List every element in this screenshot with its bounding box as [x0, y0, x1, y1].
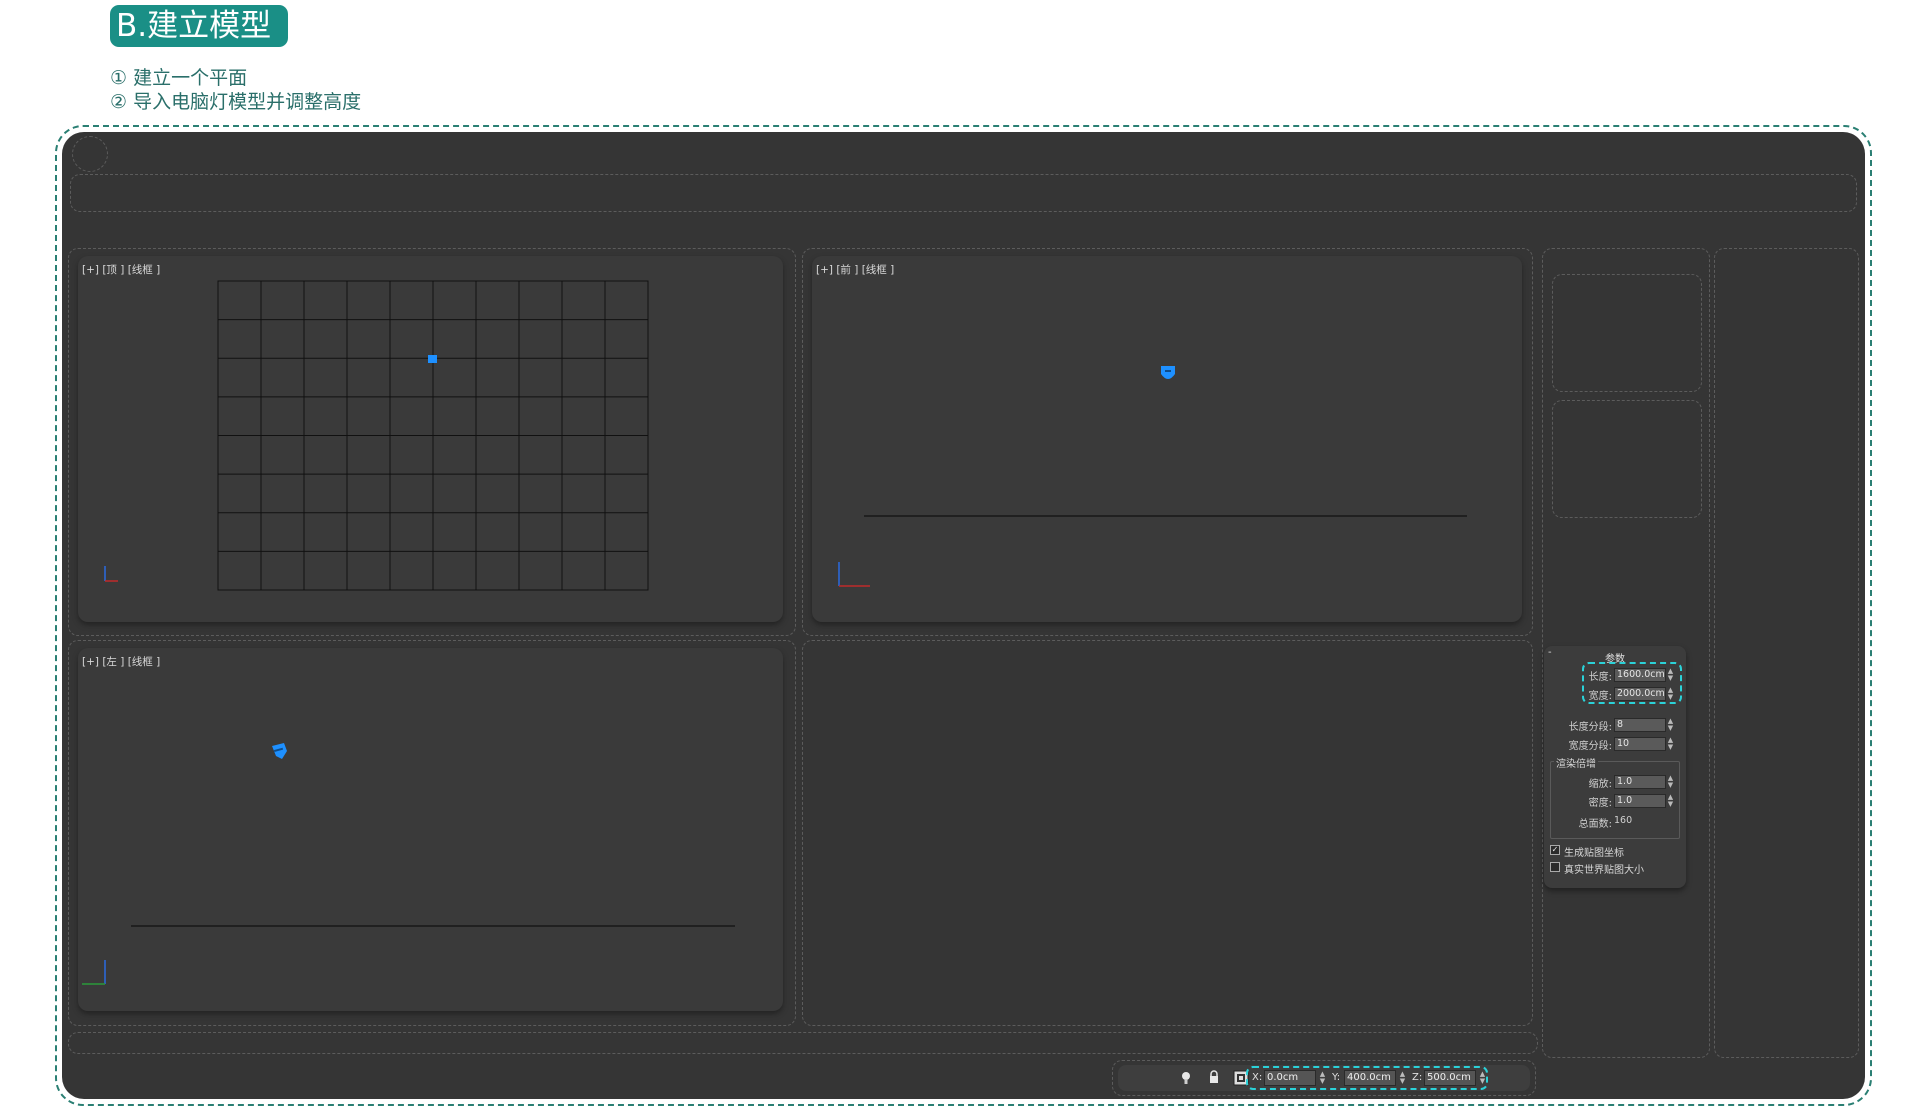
light-bulb-icon[interactable]: [1180, 1071, 1192, 1085]
axis-gizmo-front: [838, 562, 870, 587]
length-segs-label: 长度分段:: [1568, 722, 1612, 733]
light-object-front: [1161, 366, 1175, 379]
main-toolbar[interactable]: [70, 174, 1857, 212]
gen-map-coords-label[interactable]: 生成贴图坐标: [1564, 844, 1624, 859]
section-title-badge: B.建立模型: [110, 5, 288, 47]
lock-icon[interactable]: [1208, 1070, 1220, 1084]
step-2: ② 导入电脑灯模型并调整高度: [110, 91, 362, 113]
axis-gizmo-top: [104, 566, 118, 582]
command-panel-tabs[interactable]: [1552, 274, 1702, 392]
light-object-top: [428, 355, 437, 363]
app-window: [+] [顶 ] [线框 ] [+] [前] [线框] [+] [左] […: [62, 132, 1865, 1099]
density-spinner-icon[interactable]: ▲ ▼: [1666, 794, 1675, 808]
scale-label: 缩放:: [1588, 779, 1612, 790]
timeline-strip[interactable]: [68, 1032, 1538, 1054]
length-segs-input[interactable]: 8: [1614, 718, 1666, 732]
scale-spinner-icon[interactable]: ▲ ▼: [1666, 775, 1675, 789]
app-logo-icon[interactable]: [72, 136, 108, 172]
gen-map-coords-checkbox[interactable]: ✓: [1550, 845, 1560, 855]
width-segs-spinner-icon[interactable]: ▲ ▼: [1666, 737, 1675, 751]
length-segs-spinner-icon[interactable]: ▲ ▼: [1666, 718, 1675, 732]
real-world-map-checkbox[interactable]: [1550, 862, 1560, 872]
length-width-highlight: [1582, 662, 1682, 704]
total-faces-value: 160: [1614, 815, 1633, 826]
object-type-rollout[interactable]: [1552, 400, 1702, 518]
coordinate-bar: X: 0.0cm ▲ ▼ Y: 400.0cm ▲ ▼ Z: 500.0cm ▲ ▼: [1118, 1065, 1530, 1091]
front-view-canvas: [838, 366, 1467, 587]
viewport-left[interactable]: [+] [左 ] [线框 ]: [78, 648, 783, 1011]
top-view-canvas: [104, 280, 649, 591]
width-segs-label: 宽度分段:: [1568, 741, 1612, 752]
density-label: 密度:: [1588, 798, 1612, 809]
density-input[interactable]: 1.0: [1614, 794, 1666, 808]
parameters-rollout: - 参数 长度: 1600.0cm ▲ ▼ 宽度: 2000.0cm ▲ ▼ 长度分…: [1544, 646, 1686, 888]
right-side-panel: [1714, 248, 1859, 1058]
viewport-front[interactable]: [+] [前 ] [线框 ]: [812, 256, 1522, 622]
light-object-left: [272, 743, 287, 759]
total-faces-label: 总面数:: [1578, 819, 1612, 830]
left-view-canvas: [82, 743, 735, 985]
axis-gizmo-left: [82, 960, 106, 985]
render-multipliers-title: 渲染倍增: [1554, 755, 1598, 770]
viewport-perspective[interactable]: [802, 640, 1533, 1026]
viewport-top[interactable]: [+] [顶 ] [线框 ]: [78, 256, 783, 622]
coordinate-highlight: [1246, 1066, 1488, 1090]
plane-grid: [217, 280, 649, 591]
step-1: ① 建立一个平面: [110, 67, 248, 89]
real-world-map-label[interactable]: 真实世界贴图大小: [1564, 861, 1644, 876]
width-segs-input[interactable]: 10: [1614, 737, 1666, 751]
scale-input[interactable]: 1.0: [1614, 775, 1666, 789]
